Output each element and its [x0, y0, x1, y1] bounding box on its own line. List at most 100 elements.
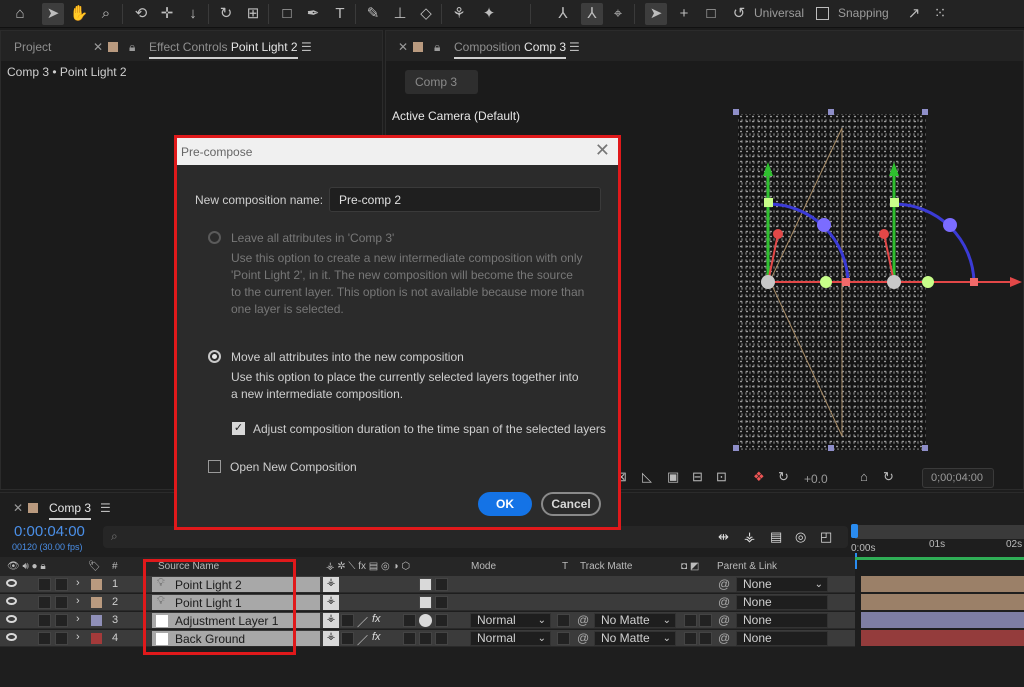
3d-layer-icon[interactable]: [435, 578, 448, 591]
parent-dropdown[interactable]: None: [736, 631, 828, 646]
playhead[interactable]: [855, 553, 857, 569]
layer-duration-bar[interactable]: [861, 630, 1024, 646]
exposure-value[interactable]: +0.0: [804, 472, 828, 486]
panel-menu-icon[interactable]: ☰: [301, 40, 312, 54]
open-new-comp-checkbox[interactable]: [208, 460, 221, 473]
mode-dropdown[interactable]: Normal ⌄: [470, 631, 551, 646]
pickwhip-icon[interactable]: @: [718, 595, 730, 609]
pan-camera-icon[interactable]: ✛: [156, 3, 178, 25]
shy-switch-icon[interactable]: ⚶: [323, 613, 339, 628]
tab-project[interactable]: Project: [14, 40, 51, 54]
track-matte-dropdown[interactable]: No Matte ⌄: [594, 631, 676, 646]
roto-brush-tool-icon[interactable]: ⚘: [448, 3, 470, 25]
label-swatch[interactable]: [91, 579, 102, 590]
snapping-checkbox[interactable]: [816, 7, 829, 20]
renderer-icon[interactable]: ⊡: [716, 469, 727, 485]
quality-switch-icon[interactable]: ／: [357, 614, 368, 630]
dolly-camera-icon[interactable]: ↓: [182, 3, 204, 25]
scale-gizmo-icon[interactable]: □: [700, 3, 722, 25]
lock-switch[interactable]: [55, 614, 68, 627]
shy-switch-icon[interactable]: ⚶: [323, 577, 339, 592]
layer-duration-bar[interactable]: [861, 576, 1024, 592]
snap-extend-icon[interactable]: ↗: [903, 3, 925, 25]
eraser-tool-icon[interactable]: ◇: [415, 3, 437, 25]
draft-3d-icon[interactable]: ⇹: [718, 529, 729, 545]
motion-blur-switch[interactable]: [403, 632, 416, 645]
solo-switch[interactable]: [38, 596, 51, 609]
lock-switch[interactable]: [55, 632, 68, 645]
timeline-close-icon[interactable]: ✕: [13, 501, 23, 515]
eye-icon[interactable]: [6, 615, 17, 623]
shy-switch-icon[interactable]: ⚶: [323, 595, 339, 610]
puppet-pin-tool-icon[interactable]: ✦: [478, 3, 500, 25]
pickwhip-icon[interactable]: @: [718, 631, 730, 645]
tab-composition[interactable]: Composition Comp 3: [454, 40, 567, 59]
snapshot-icon[interactable]: ⌂: [860, 469, 868, 484]
ok-button[interactable]: OK: [478, 492, 532, 516]
clone-stamp-tool-icon[interactable]: ⊥: [389, 3, 411, 25]
quality-switch-icon[interactable]: ／: [357, 632, 368, 648]
move-gizmo-icon[interactable]: +: [673, 3, 695, 25]
work-area-bar[interactable]: [855, 525, 1024, 539]
parent-dropdown[interactable]: None: [736, 595, 828, 610]
lock-switch[interactable]: [55, 578, 68, 591]
adjust-duration-label[interactable]: Adjust composition duration to the time …: [253, 422, 606, 436]
mode-dropdown[interactable]: Normal ⌄: [470, 613, 551, 628]
shy-switch-icon[interactable]: ⚶: [323, 631, 339, 646]
pickwhip-icon[interactable]: @: [718, 613, 730, 627]
3d-layer-switch[interactable]: [435, 614, 448, 627]
collapse-switch[interactable]: [341, 614, 354, 627]
tab-close-icon[interactable]: ✕: [398, 40, 408, 54]
matte-alpha-switch[interactable]: [684, 632, 697, 645]
adjustment-layer-switch[interactable]: [419, 632, 432, 645]
3d-layer-switch[interactable]: [435, 632, 448, 645]
parent-dropdown[interactable]: None ⌄: [736, 577, 828, 592]
tab-effect-controls[interactable]: Effect Controls Point Light 2: [149, 40, 298, 59]
mask-icon[interactable]: ◺: [642, 469, 652, 485]
rotate-gizmo-icon[interactable]: ↺: [728, 3, 750, 25]
zoom-tool-icon[interactable]: ⌕: [95, 3, 117, 25]
shy-layers-icon[interactable]: ⚶: [744, 529, 755, 545]
work-area-start-handle[interactable]: [851, 524, 858, 538]
label-swatch[interactable]: [91, 597, 102, 608]
motion-blur-icon[interactable]: ◎: [795, 529, 806, 545]
orbit-camera-icon[interactable]: ⟲: [130, 3, 152, 25]
preserve-transparency-switch[interactable]: [557, 614, 570, 627]
column-parent-link[interactable]: Parent & Link: [717, 561, 777, 572]
graph-editor-icon[interactable]: ◰: [820, 529, 832, 545]
solo-switch[interactable]: [38, 632, 51, 645]
matte-alpha-switch[interactable]: [684, 614, 697, 627]
type-tool-icon[interactable]: T: [329, 3, 351, 25]
eye-icon[interactable]: [6, 633, 17, 641]
pen-tool-icon[interactable]: ✒: [302, 3, 324, 25]
comp-name-input[interactable]: Pre-comp 2: [329, 187, 601, 212]
move-attributes-label[interactable]: Move all attributes into the new composi…: [231, 350, 464, 364]
region-icon[interactable]: ▣: [667, 469, 679, 485]
preserve-transparency-switch[interactable]: [557, 632, 570, 645]
lock-icon[interactable]: 🔒︎: [129, 40, 135, 55]
light-gizmo-overlay[interactable]: [730, 106, 1024, 458]
viewer-timecode[interactable]: 0;00;04:00: [922, 468, 994, 488]
lock-switch[interactable]: [55, 596, 68, 609]
expand-chevron-icon[interactable]: ›: [76, 595, 80, 607]
rectangle-tool-icon[interactable]: □: [276, 3, 298, 25]
solo-switch[interactable]: [38, 614, 51, 627]
3d-switch[interactable]: [419, 578, 432, 591]
track-matte-dropdown[interactable]: No Matte ⌄: [594, 613, 676, 628]
close-icon[interactable]: ✕: [595, 140, 610, 161]
panel-menu-icon[interactable]: ☰: [100, 501, 111, 515]
layer-duration-bar[interactable]: [861, 594, 1024, 610]
matte-invert-switch[interactable]: [699, 632, 712, 645]
world-axis-icon[interactable]: ⅄: [581, 3, 603, 25]
reset-exposure-icon[interactable]: ↻: [778, 469, 789, 485]
open-new-comp-label[interactable]: Open New Composition: [230, 460, 357, 474]
universal-select-icon[interactable]: ➤: [645, 3, 667, 25]
brush-tool-icon[interactable]: ✎: [362, 3, 384, 25]
snap-options-icon[interactable]: ⁙: [929, 3, 951, 25]
label-swatch[interactable]: [91, 633, 102, 644]
cancel-button[interactable]: Cancel: [541, 492, 601, 516]
matte-invert-switch[interactable]: [699, 614, 712, 627]
3d-switch[interactable]: [419, 596, 432, 609]
rotation-tool-icon[interactable]: ↻: [215, 3, 237, 25]
column-mode[interactable]: Mode: [471, 561, 496, 572]
